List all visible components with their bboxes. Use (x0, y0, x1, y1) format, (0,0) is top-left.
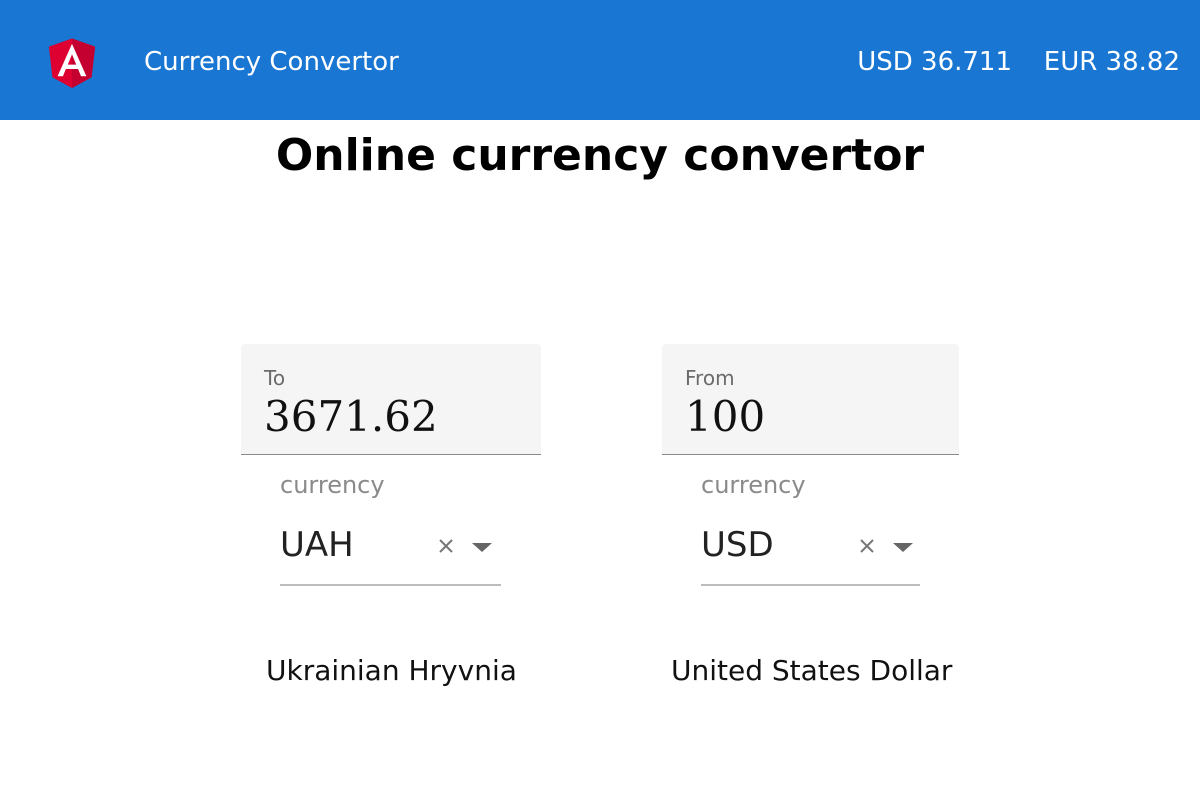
to-amount-field[interactable]: To (241, 344, 541, 455)
app-title: Currency Convertor (144, 47, 399, 77)
converter-from: From currency USD United States Dollar (662, 344, 959, 687)
converter-to: To currency UAH Ukrainian Hryvnia (241, 344, 541, 687)
caret-down-icon[interactable] (472, 543, 492, 552)
close-icon[interactable] (858, 537, 876, 555)
eur-rate: EUR 38.82 (1043, 47, 1180, 77)
from-currency-select[interactable]: currency USD (701, 455, 920, 587)
to-currency-label: currency (280, 471, 385, 499)
to-amount-label: To (264, 366, 286, 390)
caret-down-icon[interactable] (893, 543, 913, 552)
from-currency-underline (701, 584, 920, 586)
from-amount-input[interactable] (685, 392, 935, 441)
to-currency-value[interactable]: UAH (280, 525, 354, 565)
from-currency-label: currency (701, 471, 806, 499)
usd-rate: USD 36.711 (857, 47, 1012, 77)
from-currency-name: United States Dollar (671, 654, 953, 687)
from-amount-label: From (685, 366, 735, 390)
page-title: Online currency convertor (275, 130, 925, 181)
from-currency-value[interactable]: USD (701, 525, 774, 565)
to-currency-underline (280, 584, 501, 586)
to-currency-name: Ukrainian Hryvnia (266, 654, 517, 687)
top-toolbar: Currency Convertor USD 36.711 EUR 38.82 (0, 0, 1200, 120)
close-icon[interactable] (437, 537, 455, 555)
to-amount-input[interactable] (264, 392, 514, 441)
from-amount-field[interactable]: From (662, 344, 959, 455)
angular-logo-icon[interactable] (41, 28, 103, 96)
to-currency-select[interactable]: currency UAH (280, 455, 501, 587)
